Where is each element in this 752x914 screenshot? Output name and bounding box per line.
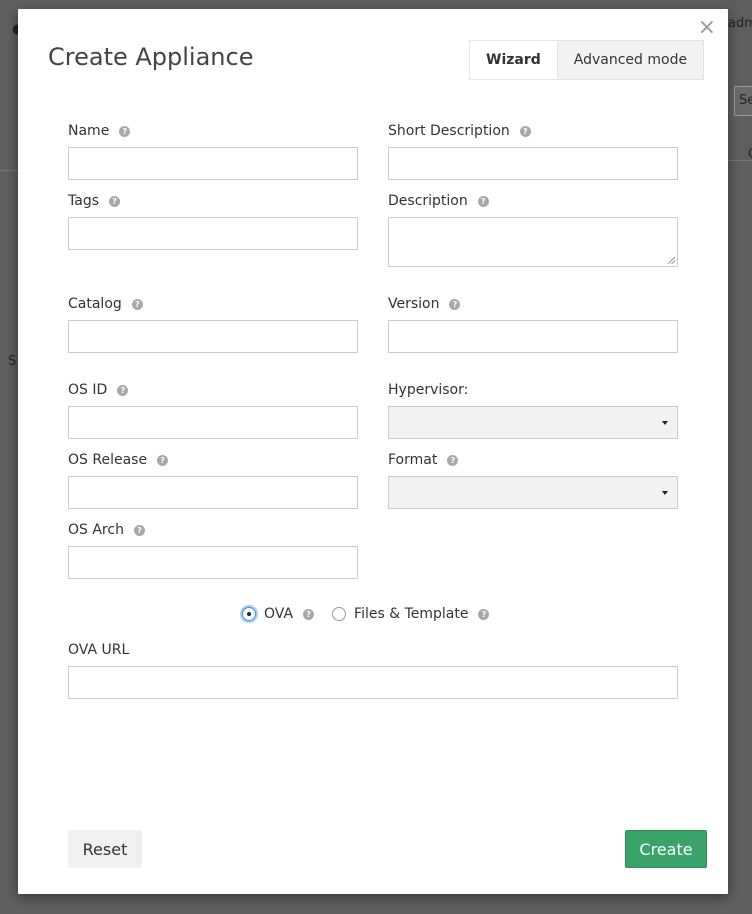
os-release-input[interactable] <box>68 476 358 509</box>
os-id-label: OS ID <box>68 382 108 398</box>
background-left-text: S <box>8 354 17 369</box>
catalog-label: Catalog <box>68 296 122 312</box>
name-field: Name? <box>68 121 358 180</box>
os-id-input[interactable] <box>68 406 358 439</box>
tab-advanced-mode[interactable]: Advanced mode <box>556 40 705 80</box>
ova-url-input[interactable] <box>68 666 678 699</box>
name-input[interactable] <box>68 147 358 180</box>
version-label: Version <box>388 296 440 312</box>
os-arch-input[interactable] <box>68 546 358 579</box>
background-divider <box>0 170 18 171</box>
reset-button[interactable]: Reset <box>68 830 142 868</box>
os-arch-field: OS Arch? <box>68 520 358 579</box>
catalog-field: Catalog? <box>68 294 358 353</box>
ova-radio-label[interactable]: OVA <box>264 606 293 622</box>
hypervisor-field: Hypervisor: <box>388 380 678 439</box>
question-circle-icon[interactable]: ? <box>117 384 129 396</box>
os-release-label: OS Release <box>68 452 148 468</box>
os-id-field: OS ID? <box>68 380 358 439</box>
question-circle-icon[interactable]: ? <box>119 125 131 137</box>
format-select[interactable] <box>388 476 678 509</box>
files-template-radio-label[interactable]: Files & Template <box>354 606 468 622</box>
resize-handle-icon[interactable] <box>668 257 675 264</box>
description-field: Description? <box>388 191 678 267</box>
mode-tabs: Wizard Advanced mode <box>469 40 705 80</box>
os-release-field: OS Release? <box>68 450 358 509</box>
short-description-input[interactable] <box>388 147 678 180</box>
background-divider <box>728 160 752 161</box>
modal-title: Create Appliance <box>48 43 254 71</box>
ova-radio[interactable] <box>242 607 256 621</box>
hypervisor-select[interactable] <box>388 406 678 439</box>
version-input[interactable] <box>388 320 678 353</box>
question-circle-icon[interactable]: ? <box>449 298 461 310</box>
ova-url-field: OVA URL <box>68 640 678 699</box>
os-arch-label: OS Arch <box>68 522 124 538</box>
tab-wizard[interactable]: Wizard <box>469 40 557 80</box>
question-circle-icon[interactable]: ? <box>519 125 531 137</box>
short-description-label: Short Description <box>388 123 510 139</box>
question-circle-icon[interactable]: ? <box>303 608 315 620</box>
name-label: Name <box>68 123 110 139</box>
close-icon[interactable]: × <box>698 17 716 39</box>
short-description-field: Short Description? <box>388 121 678 180</box>
description-label: Description <box>388 193 468 209</box>
source-type-radio-group: OVA ? Files & Template ? <box>242 606 507 622</box>
question-circle-icon[interactable]: ? <box>157 454 169 466</box>
hypervisor-label: Hypervisor: <box>388 382 469 398</box>
question-circle-icon[interactable]: ? <box>109 195 120 207</box>
create-button[interactable]: Create <box>625 830 707 868</box>
caret-down-icon <box>662 421 668 425</box>
description-textarea[interactable] <box>388 217 678 267</box>
catalog-input[interactable] <box>68 320 358 353</box>
create-appliance-modal: × Create Appliance Wizard Advanced mode … <box>18 9 728 894</box>
background-user-text: adm <box>728 16 752 31</box>
tags-field: Tags? <box>68 191 358 250</box>
question-circle-icon[interactable]: ? <box>447 454 459 466</box>
files-template-option[interactable]: Files & Template ? <box>332 606 507 622</box>
format-label: Format <box>388 452 438 468</box>
question-circle-icon[interactable]: ? <box>478 608 490 620</box>
background-search-input: Se <box>734 86 752 116</box>
tags-label: Tags <box>68 193 99 209</box>
question-circle-icon[interactable]: ? <box>477 195 489 207</box>
version-field: Version? <box>388 294 678 353</box>
question-circle-icon[interactable]: ? <box>131 298 143 310</box>
files-template-radio[interactable] <box>332 607 347 621</box>
ova-url-label: OVA URL <box>68 642 130 658</box>
question-circle-icon[interactable]: ? <box>133 524 145 536</box>
ova-option[interactable]: OVA ? <box>242 606 332 622</box>
format-field: Format? <box>388 450 678 509</box>
caret-down-icon <box>662 491 668 495</box>
tags-input[interactable] <box>68 217 358 250</box>
